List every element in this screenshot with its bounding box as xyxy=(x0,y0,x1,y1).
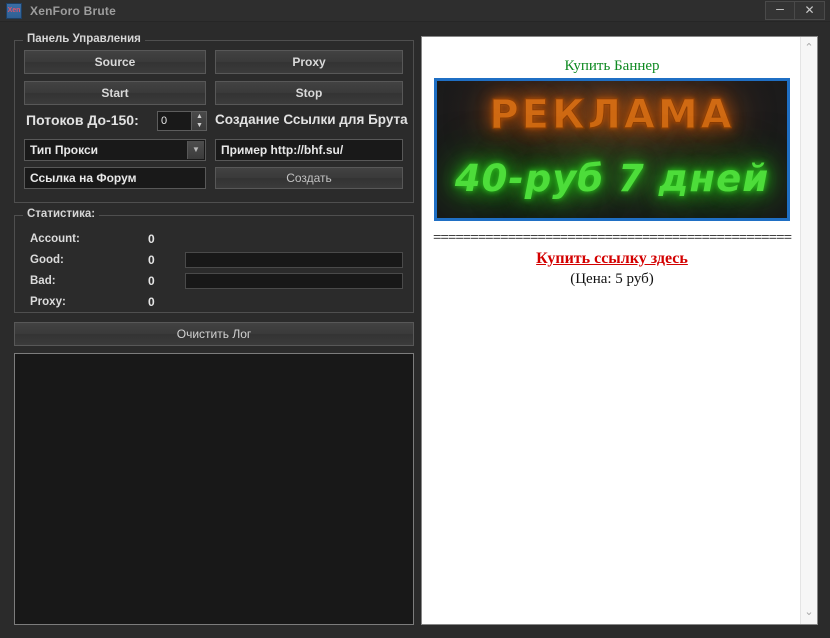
advertisement-banner[interactable]: РЕКЛАМА 40-руб 7 дней xyxy=(434,78,790,221)
proxy-button[interactable]: Proxy xyxy=(215,50,403,74)
separator-line: ========================================… xyxy=(432,230,792,246)
bad-progress-bar xyxy=(185,273,403,289)
log-textarea[interactable] xyxy=(14,353,414,625)
stat-value-proxy: 0 xyxy=(148,295,155,309)
stat-label-good: Good: xyxy=(30,254,64,266)
stepper-up-icon[interactable]: ▲ xyxy=(192,112,207,121)
statistics-legend: Статистика: xyxy=(23,208,100,220)
window-title: XenForo Brute xyxy=(30,4,116,18)
app-icon: Xen xyxy=(6,3,22,19)
scroll-down-icon[interactable]: ⌄ xyxy=(801,604,817,621)
stepper-down-icon[interactable]: ▼ xyxy=(192,121,207,130)
price-label: (Цена: 5 руб) xyxy=(570,271,654,287)
proxy-type-value: Тип Прокси xyxy=(30,143,99,157)
stat-value-bad: 0 xyxy=(148,274,155,288)
threads-stepper[interactable]: 0 ▲ ▼ xyxy=(157,111,207,131)
application-window: Xen XenForo Brute – ✕ Панель Управления … xyxy=(0,0,830,638)
create-button[interactable]: Создать xyxy=(215,167,403,189)
ad-panel-scrollbar[interactable]: ⌃ ⌄ xyxy=(800,37,817,624)
banner-headline: РЕКЛАМА xyxy=(489,92,735,139)
minimize-icon[interactable]: – xyxy=(765,1,795,20)
ad-panel: Купить Баннер РЕКЛАМА 40-руб 7 дней ====… xyxy=(421,36,818,625)
banner-price-line: 40-руб 7 дней xyxy=(454,157,770,200)
chevron-down-icon[interactable]: ▼ xyxy=(187,141,204,159)
clear-log-button[interactable]: Очистить Лог xyxy=(14,322,414,346)
example-url-input[interactable]: Пример http://bhf.su/ xyxy=(215,139,403,161)
start-button[interactable]: Start xyxy=(24,81,206,105)
threads-label: Потоков До-150: xyxy=(26,112,139,128)
make-link-label: Создание Ссылки для Брута xyxy=(215,112,408,127)
stat-label-bad: Bad: xyxy=(30,275,56,287)
window-controls: – ✕ xyxy=(765,1,825,20)
stepper-buttons: ▲ ▼ xyxy=(191,112,206,130)
control-panel-legend: Панель Управления xyxy=(23,33,145,45)
stop-button[interactable]: Stop xyxy=(215,81,403,105)
stat-label-account: Account: xyxy=(30,233,80,245)
scroll-up-icon[interactable]: ⌃ xyxy=(801,40,817,57)
source-button[interactable]: Source xyxy=(24,50,206,74)
proxy-type-select[interactable]: Тип Прокси ▼ xyxy=(24,139,206,161)
stat-label-proxy: Proxy: xyxy=(30,296,66,308)
buy-banner-link[interactable]: Купить Баннер xyxy=(422,58,802,75)
close-icon[interactable]: ✕ xyxy=(795,1,825,20)
forum-link-input[interactable]: Ссылка на Форум xyxy=(24,167,206,189)
good-progress-bar xyxy=(185,252,403,268)
buy-link[interactable]: Купить ссылку здесь xyxy=(422,250,802,268)
stat-value-good: 0 xyxy=(148,253,155,267)
stat-value-account: 0 xyxy=(148,232,155,246)
threads-value: 0 xyxy=(161,115,168,127)
ad-panel-content: Купить Баннер РЕКЛАМА 40-руб 7 дней ====… xyxy=(422,37,802,624)
title-bar: Xen XenForo Brute – ✕ xyxy=(0,0,830,22)
